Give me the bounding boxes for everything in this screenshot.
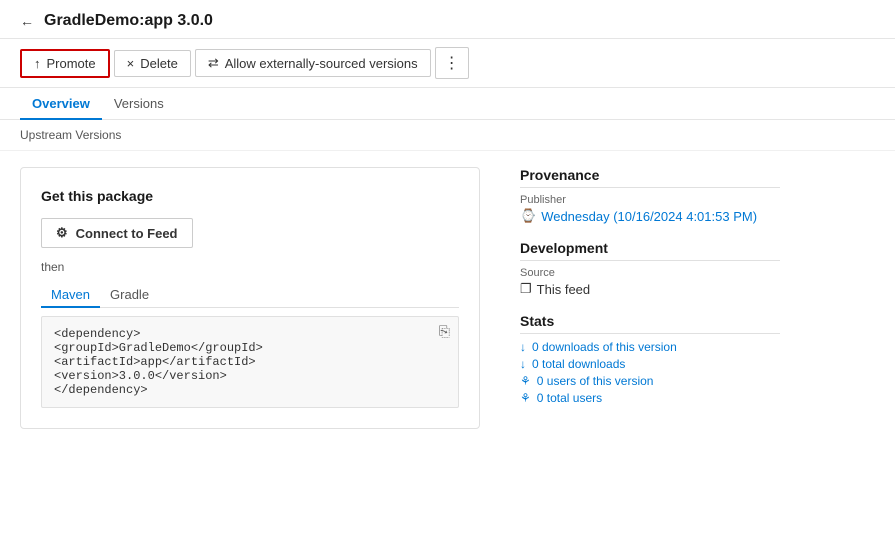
connect-label: Connect to Feed	[76, 226, 178, 241]
clock-icon: ⌚	[520, 208, 536, 224]
sub-tab-maven[interactable]: Maven	[41, 282, 100, 307]
get-package-card: Get this package ⚙ Connect to Feed then …	[20, 167, 480, 429]
provenance-section: Provenance Publisher ⌚ Wednesday (10/16/…	[520, 167, 780, 224]
stat-text-1: 0 downloads of this version	[532, 340, 677, 354]
source-label: Source	[520, 267, 780, 279]
development-title: Development	[520, 240, 780, 261]
stat-total-downloads: ↓ 0 total downloads	[520, 357, 780, 371]
promote-label: Promote	[47, 56, 96, 71]
stat-total-users: ⚘ 0 total users	[520, 391, 780, 405]
more-options-button[interactable]: ⋮	[435, 47, 469, 79]
stat-users-version: ⚘ 0 users of this version	[520, 374, 780, 388]
sub-tab-gradle[interactable]: Gradle	[100, 282, 159, 307]
users-icon-1: ⚘	[520, 374, 531, 388]
stat-downloads-version: ↓ 0 downloads of this version	[520, 340, 780, 354]
source-value: ❐ This feed	[520, 281, 780, 297]
development-section: Development Source ❐ This feed	[520, 240, 780, 297]
then-label: then	[41, 260, 459, 274]
right-panel: Provenance Publisher ⌚ Wednesday (10/16/…	[520, 167, 780, 521]
upstream-versions-label: Upstream Versions	[0, 120, 895, 151]
allow-externally-button[interactable]: ⇄ Allow externally-sourced versions	[195, 49, 431, 77]
promote-button[interactable]: ↑ Promote	[20, 49, 110, 78]
provenance-title: Provenance	[520, 167, 780, 188]
allow-label: Allow externally-sourced versions	[225, 56, 418, 71]
code-content: <dependency> <groupId>GradleDemo</groupI…	[54, 327, 446, 397]
promote-icon: ↑	[34, 56, 41, 71]
stat-text-4: 0 total users	[537, 391, 602, 405]
source-text: This feed	[537, 282, 590, 297]
download-icon-1: ↓	[520, 340, 526, 354]
feed-icon: ❐	[520, 281, 532, 297]
tab-overview[interactable]: Overview	[20, 88, 102, 119]
connect-to-feed-button[interactable]: ⚙ Connect to Feed	[41, 218, 193, 248]
users-icon-2: ⚘	[520, 391, 531, 405]
sub-tabs: Maven Gradle	[41, 282, 459, 308]
tab-versions[interactable]: Versions	[102, 88, 176, 119]
delete-label: Delete	[140, 56, 178, 71]
stats-title: Stats	[520, 313, 780, 334]
back-button[interactable]: ←	[20, 13, 34, 29]
publisher-label: Publisher	[520, 194, 780, 206]
stat-text-2: 0 total downloads	[532, 357, 625, 371]
left-panel: Get this package ⚙ Connect to Feed then …	[20, 167, 480, 521]
stats-section: Stats ↓ 0 downloads of this version ↓ 0 …	[520, 313, 780, 405]
copy-icon[interactable]: ⎘	[439, 325, 450, 341]
stat-text-3: 0 users of this version	[537, 374, 654, 388]
card-title: Get this package	[41, 188, 459, 204]
connect-icon: ⚙	[56, 225, 68, 241]
publisher-text: Wednesday (10/16/2024 4:01:53 PM)	[541, 209, 757, 224]
delete-button[interactable]: × Delete	[114, 50, 191, 77]
page-title: GradleDemo:app 3.0.0	[44, 12, 213, 30]
code-block: ⎘ <dependency> <groupId>GradleDemo</grou…	[41, 316, 459, 408]
publisher-value: ⌚ Wednesday (10/16/2024 4:01:53 PM)	[520, 208, 780, 224]
delete-icon: ×	[127, 56, 135, 71]
download-icon-2: ↓	[520, 357, 526, 371]
allow-icon: ⇄	[208, 55, 219, 71]
